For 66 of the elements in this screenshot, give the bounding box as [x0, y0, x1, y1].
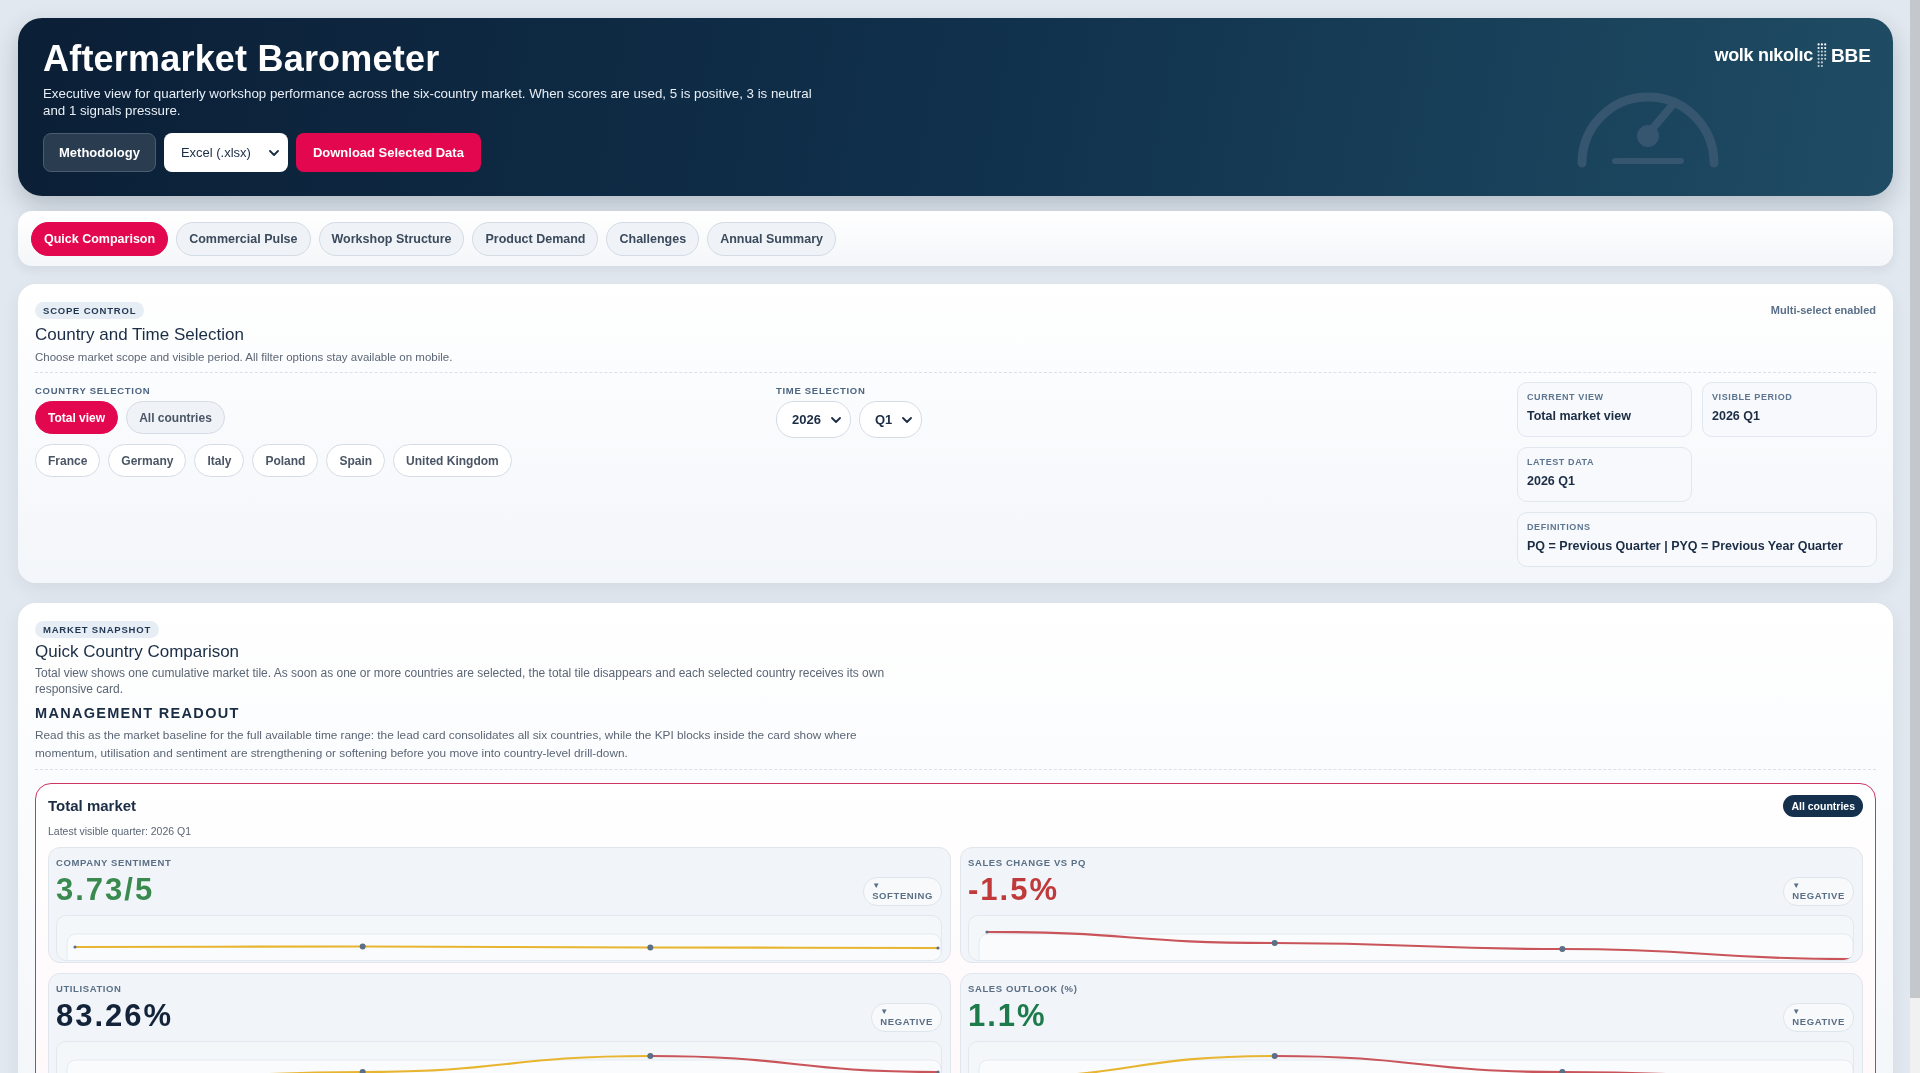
chevron-down-icon	[902, 416, 913, 423]
kpi-label: UTILISATION	[56, 982, 123, 995]
kpi-value: 83.26%	[56, 997, 174, 1035]
scope-badge: All countries	[1783, 795, 1863, 817]
readout-heading: MANAGEMENT READOUT	[35, 704, 241, 722]
gauge-icon	[1577, 90, 1719, 168]
chevron-down-icon	[268, 149, 279, 156]
triangle-icon: ▼	[880, 1007, 889, 1016]
page-description: Executive view for quarterly workshop performance across the six-country market. When scores are used, 5 is positive, 3 is neutral and 1 signals pressure.	[43, 85, 813, 119]
readout-text: Read this as the market baseline for the full available time range: the lead card consolidates all six countries, while the KPI blocks inside the card show where momentum, utilisation and sentiment are strengthening or softening before you move into country-level drill-down.	[35, 727, 858, 762]
card-subtitle: Latest visible quarter: 2026 Q1	[48, 824, 192, 838]
info-value: Total market view	[1527, 409, 1632, 424]
kpi-value: 1.1%	[968, 997, 1048, 1035]
card-title: Total market	[48, 796, 137, 816]
year-dropdown[interactable]: 2026	[776, 401, 851, 438]
logo-wordmark: wolk nıkolıc	[1714, 45, 1813, 66]
trend-label: NEGATIVE	[880, 1016, 933, 1028]
multi-select-note: Multi-select enabled	[1770, 304, 1876, 316]
tab[interactable]: Commercial Pulse	[176, 221, 311, 256]
info-label: VISIBLE PERIOD	[1712, 392, 1794, 403]
info-label: DEFINITIONS	[1527, 522, 1592, 533]
download-button[interactable]: Download Selected Data	[295, 133, 481, 172]
country-chip[interactable]: Germany	[108, 444, 187, 477]
tab[interactable]: Annual Summary	[707, 221, 836, 256]
field-label: TIME SELECTION	[776, 385, 867, 396]
logo-brand: BBE	[1830, 44, 1871, 67]
chevron-down-icon	[830, 416, 841, 423]
tab[interactable]: Workshop Structure	[318, 221, 465, 256]
methodology-button[interactable]: Methodology	[43, 133, 156, 172]
format-dropdown[interactable]: Excel (.xlsx)	[163, 133, 288, 172]
trend-label: NEGATIVE	[1792, 890, 1845, 902]
tab[interactable]: Challenges	[606, 221, 700, 256]
dot-grid-icon	[1816, 43, 1827, 68]
country-chip[interactable]: Spain	[326, 444, 386, 477]
triangle-icon: ▼	[1792, 881, 1801, 890]
kpi-label: SALES CHANGE VS PQ	[968, 856, 1086, 869]
scope-chip[interactable]: Total view	[35, 401, 119, 434]
section-subtitle: Choose market scope and visible period. All filter options stay available on mobile.	[35, 350, 454, 365]
trend-label: SOFTENING	[872, 890, 933, 902]
info-value: PQ = Previous Quarter | PYQ = Previous Year Quarter	[1527, 539, 1844, 554]
info-label: LATEST DATA	[1527, 457, 1596, 468]
section-badge: SCOPE CONTROL	[35, 302, 145, 319]
triangle-icon: ▼	[872, 881, 881, 890]
country-chip[interactable]: Poland	[252, 444, 319, 477]
kpi-value: -1.5%	[968, 871, 1060, 909]
section-badge: MARKET SNAPSHOT	[35, 621, 160, 638]
scope-chip[interactable]: All countries	[126, 401, 225, 434]
country-chip[interactable]: United Kingdom	[393, 444, 512, 477]
section-description: Total view shows one cumulative market tile. As soon as one or more countries are selected, the total tile disappears and each selected country receives its own responsive card.	[35, 665, 886, 697]
country-chip[interactable]: Italy	[194, 444, 245, 477]
tab[interactable]: Quick Comparison	[31, 221, 169, 256]
tab[interactable]: Product Demand	[472, 221, 599, 256]
info-value: 2026 Q1	[1712, 409, 1761, 424]
field-label: COUNTRY SELECTION	[35, 385, 152, 396]
triangle-icon: ▼	[1792, 1007, 1801, 1016]
info-label: CURRENT VIEW	[1527, 392, 1605, 403]
kpi-value: 3.73/5	[56, 871, 156, 909]
kpi-label: COMPANY SENTIMENT	[56, 856, 172, 869]
kpi-label: SALES OUTLOOK (%)	[968, 982, 1078, 995]
country-chip[interactable]: France	[35, 444, 101, 477]
info-value: 2026 Q1	[1527, 474, 1576, 489]
trend-label: NEGATIVE	[1792, 1016, 1845, 1028]
section-title: Country and Time Selection	[35, 325, 245, 345]
page-title: Aftermarket Barometer	[43, 37, 441, 81]
section-title: Quick Country Comparison	[35, 642, 241, 662]
quarter-dropdown[interactable]: Q1	[858, 401, 923, 438]
